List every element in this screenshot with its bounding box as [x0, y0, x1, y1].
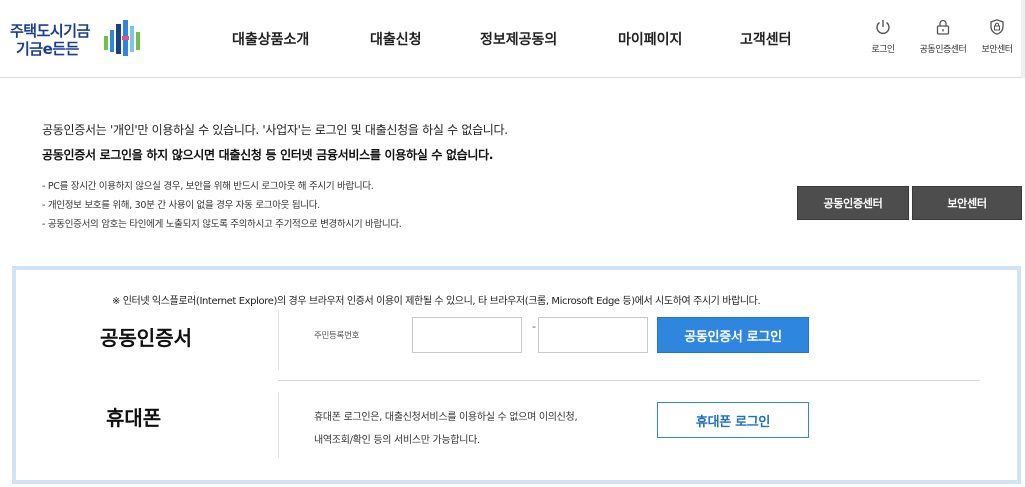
- ssn-label: 주민등록번호: [314, 331, 360, 341]
- util-cert-center[interactable]: 공동인증센터: [913, 14, 973, 64]
- site-logo[interactable]: 주택도시기금 기금e든든: [10, 14, 150, 64]
- notice-bullet: - 개인정보 보호를 위해, 30분 간 사용이 없을 경우 자동 로그아웃 됩…: [42, 200, 320, 211]
- util-cert-center-label: 공동인증센터: [919, 45, 967, 55]
- nav-loan-products[interactable]: 대출상품소개: [232, 29, 309, 49]
- util-login-label: 로그인: [871, 45, 895, 55]
- scrollbar[interactable]: [1021, 0, 1025, 78]
- logo-line2: 기금e든든: [16, 40, 79, 58]
- security-center-button[interactable]: 보안센터: [912, 186, 1022, 220]
- site-header: 주택도시기금 기금e든든 대출상품소개 대출신청 정보제공동의 마이페이지 고객…: [0, 0, 1025, 78]
- phone-login-title: 휴대폰: [106, 406, 162, 430]
- nav-loan-apply[interactable]: 대출신청: [370, 29, 422, 49]
- cert-login-title: 공동인증서: [100, 326, 192, 350]
- notice-line2: 공동인증서 로그인을 하지 않으시면 대출신청 등 인터넷 금융서비스를 이용하…: [42, 148, 494, 162]
- login-panel: ※ 인터넷 익스플로러(Internet Explore)의 경우 브라우저 인…: [12, 266, 1021, 484]
- cert-login-button[interactable]: 공동인증서 로그인: [657, 317, 809, 353]
- phone-desc-line1: 휴대폰 로그인은, 대출신청서비스를 이용하실 수 없으며 이의신청,: [314, 412, 578, 423]
- util-login[interactable]: 로그인: [853, 14, 913, 64]
- divider: [278, 380, 980, 381]
- phone-login-button[interactable]: 휴대폰 로그인: [657, 402, 809, 438]
- lock-icon: [936, 19, 950, 35]
- power-icon: [876, 20, 890, 34]
- shield-icon: [990, 19, 1004, 35]
- util-security-center-label: 보안센터: [981, 45, 1013, 55]
- ssn-dash: -: [532, 320, 536, 333]
- divider: [278, 310, 279, 370]
- nav-info-consent[interactable]: 정보제공동의: [480, 29, 557, 49]
- nav-customer-center[interactable]: 고객센터: [740, 29, 792, 49]
- notice-bullet: - PC를 장시간 이용하지 않으실 경우, 보안을 위해 반드시 로그아웃 해…: [42, 181, 374, 192]
- phone-desc-line2: 내역조회/확인 등의 서비스만 가능합니다.: [314, 435, 480, 446]
- ssn-front-input[interactable]: [412, 317, 522, 353]
- phone-login-desc: 휴대폰 로그인은, 대출신청서비스를 이용하실 수 없으며 이의신청, 내역조회…: [314, 406, 578, 452]
- divider: [278, 392, 279, 458]
- ssn-back-input[interactable]: [538, 317, 648, 353]
- notice-bullets: - PC를 장시간 이용하지 않으실 경우, 보안을 위해 반드시 로그아웃 해…: [42, 177, 742, 234]
- login-notice: 공동인증서는 '개인'만 이용하실 수 있습니다. '사업자'는 로그인 및 대…: [42, 121, 742, 234]
- notice-line1: 공동인증서는 '개인'만 이용하실 수 있습니다. '사업자'는 로그인 및 대…: [42, 123, 508, 137]
- util-security-center[interactable]: 보안센터: [972, 14, 1022, 64]
- notice-bullet: - 공동인증서의 암호는 타인에게 노출되지 않도록 주의하시고 주기적으로 변…: [42, 219, 402, 230]
- nav-mypage[interactable]: 마이페이지: [618, 29, 682, 49]
- cert-center-button[interactable]: 공동인증센터: [797, 186, 909, 220]
- logo-mark-icon: [104, 20, 140, 56]
- browser-notice: ※ 인터넷 익스플로러(Internet Explore)의 경우 브라우저 인…: [112, 296, 761, 307]
